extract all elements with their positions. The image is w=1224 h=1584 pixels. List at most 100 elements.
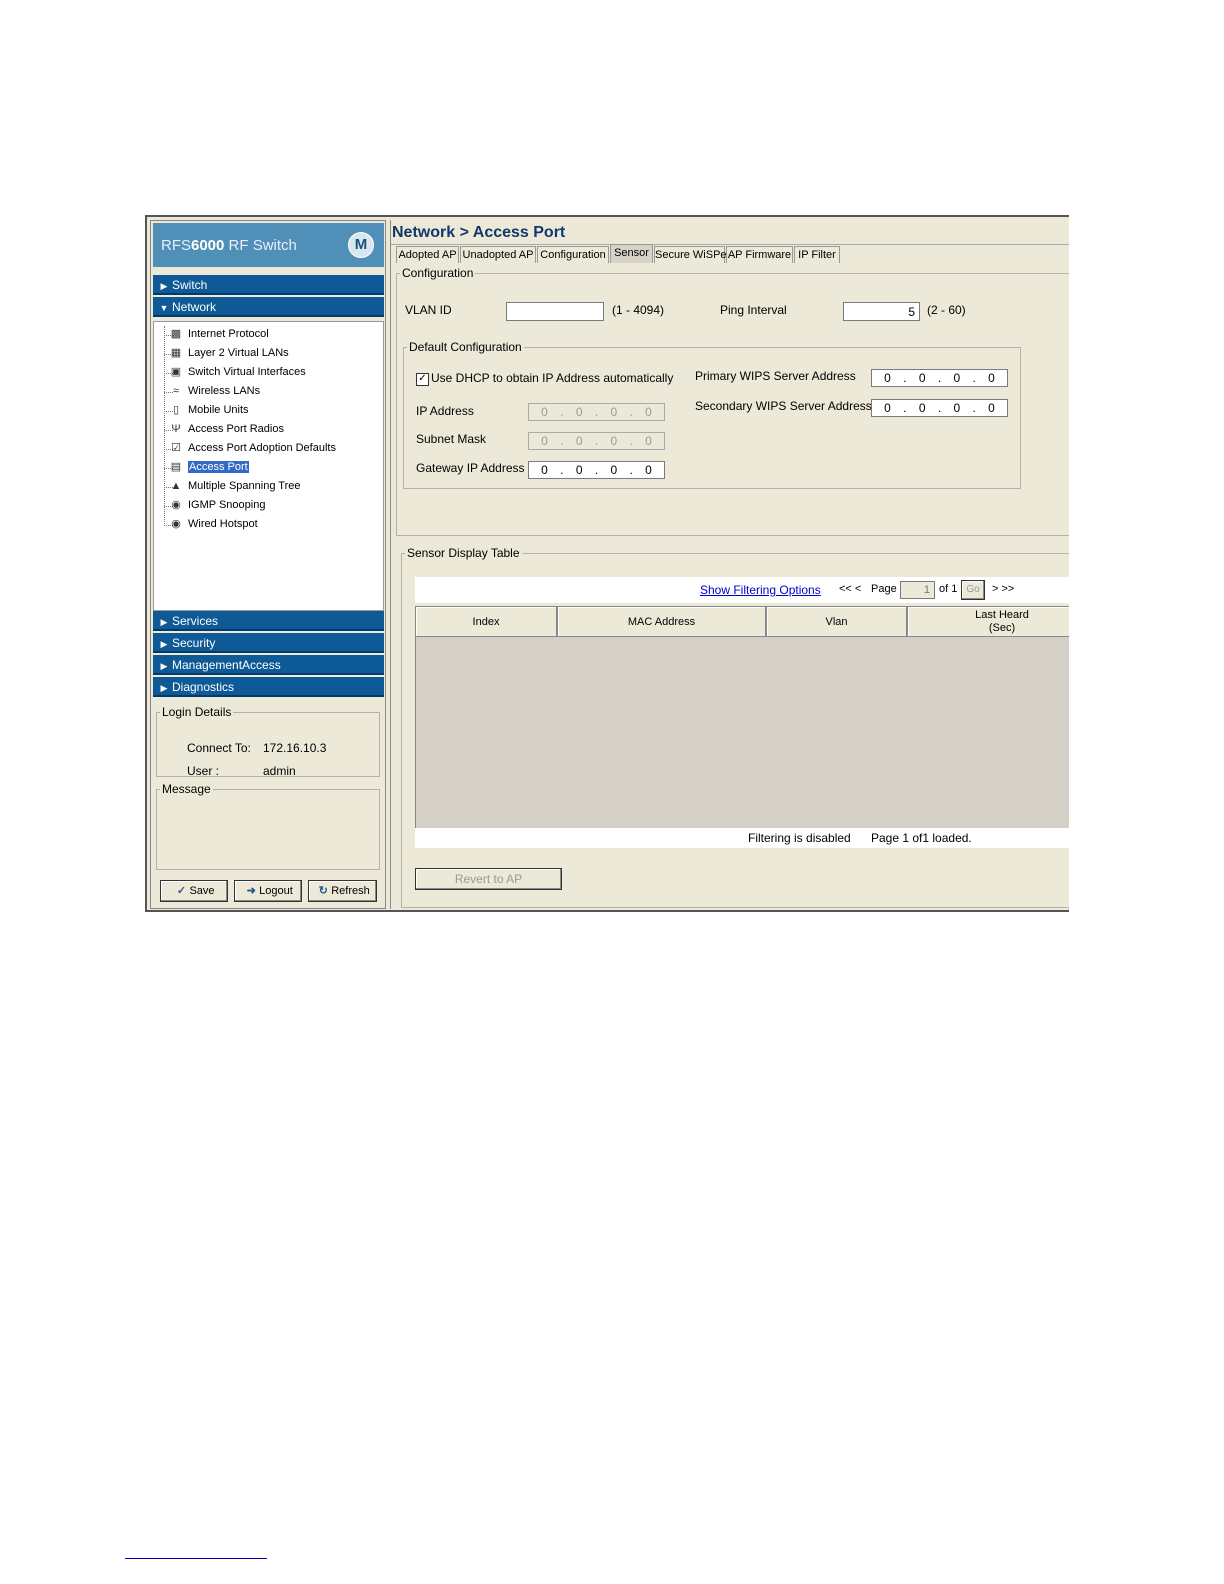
tree-item[interactable]: ▩ Internet Protocol (171, 326, 269, 343)
tree-item[interactable]: ≈ Wireless LANs (173, 383, 261, 400)
tree-item[interactable]: Ψ Access Port Radios (171, 421, 284, 438)
access-port-icon: ▤ (170, 461, 182, 473)
ping-interval-input[interactable] (843, 302, 920, 321)
dot: . (972, 371, 976, 385)
pager-page-label: Page (871, 583, 897, 595)
tree-guide-line (164, 326, 165, 524)
tab-configuration[interactable]: Configuration (537, 246, 609, 263)
octet: 0 (953, 371, 961, 385)
user-value: admin (263, 764, 296, 778)
revert-to-ap-button[interactable]: Revert to AP (415, 868, 562, 890)
col-mac-address-header[interactable]: MAC Address (557, 606, 766, 637)
tree-item[interactable]: ▲ Multiple Spanning Tree (171, 478, 301, 495)
title-divider (391, 244, 1069, 245)
nav-security[interactable]: ▶ Security (153, 633, 384, 653)
spanning-tree-icon: ▲ (170, 480, 182, 492)
chevron-right-icon: ▶ (160, 683, 168, 693)
save-icon: ✓ (176, 885, 187, 897)
tab-ap-firmware[interactable]: AP Firmware (726, 246, 793, 263)
pager-first-prev[interactable]: << < (839, 583, 861, 595)
logout-button[interactable]: ➜ Logout (234, 880, 302, 902)
tree-item[interactable]: ☑ Access Port Adoption Defaults (171, 440, 336, 457)
table-status-bar: Filtering is disabled Page 1 of1 loaded. (415, 828, 1069, 848)
nav-switch[interactable]: ▶ Switch (153, 275, 384, 295)
secondary-wips-field[interactable]: 0. 0. 0. 0 (871, 399, 1008, 417)
octet: 0 (541, 463, 548, 477)
tree-item-label: Mobile Units (188, 404, 249, 416)
dot: . (903, 371, 907, 385)
refresh-button[interactable]: ↻ Refresh (308, 880, 377, 902)
octet: 0 (610, 405, 618, 419)
primary-wips-field[interactable]: 0. 0. 0. 0 (871, 369, 1008, 387)
vlan-id-range: (1 - 4094) (612, 303, 665, 317)
ip-address-field[interactable]: 0. 0. 0. 0 (528, 403, 665, 421)
dot: . (629, 434, 633, 448)
chevron-right-icon: ▶ (160, 639, 168, 649)
dot: . (629, 405, 633, 419)
svi-icon: ▣ (170, 366, 182, 378)
sensor-table-header: Index MAC Address Vlan Last Heard (Sec) (415, 606, 1069, 637)
tree-item[interactable]: ▤ Access Port (171, 459, 249, 476)
vlan-id-input[interactable] (506, 302, 604, 321)
tab-sensor[interactable]: Sensor (610, 244, 653, 263)
tree-item[interactable]: ◉ IGMP Snooping (171, 497, 265, 514)
tree-item[interactable]: ▣ Switch Virtual Interfaces (171, 364, 306, 381)
network-tree: ▩ Internet Protocol ▦ Layer 2 Virtual LANs ▣… (153, 321, 384, 611)
tree-item-label: Access Port Adoption Defaults (188, 442, 336, 454)
nav-network[interactable]: ▼ Network (153, 297, 384, 317)
tree-item-label: Wireless LANs (188, 385, 261, 397)
gateway-ip-field[interactable]: 0. 0. 0. 0 (528, 461, 665, 479)
octet: 0 (953, 401, 961, 415)
save-button[interactable]: ✓ Save (160, 880, 228, 902)
pager-page-input[interactable]: 1 (900, 581, 935, 599)
app-title: RFS6000 RF Switch (161, 237, 297, 254)
page-status: Page 1 of1 loaded. (871, 831, 972, 845)
tree-item[interactable]: ▯ Mobile Units (173, 402, 249, 419)
nav-diagnostics[interactable]: ▶ Diagnostics (153, 677, 384, 697)
left-pane: RFS6000 RF Switch M ▶ Switch ▼ Network ▩ In… (150, 220, 386, 909)
default-configuration-group: Default Configuration ✓ Use DHCP to obta… (403, 340, 1021, 489)
primary-wips-label: Primary WIPS Server Address (695, 369, 856, 383)
pager-go-button[interactable]: Go (961, 580, 985, 600)
nav-management-access[interactable]: ▶ ManagementAccess (153, 655, 384, 675)
octet: 0 (645, 434, 652, 448)
tab-unadopted-ap[interactable]: Unadopted AP (460, 246, 536, 263)
tab-adopted-ap[interactable]: Adopted AP (396, 246, 459, 263)
chevron-right-icon: ▶ (160, 281, 168, 291)
tab-ip-filter[interactable]: IP Filter (794, 246, 840, 263)
tree-item-label: Wired Hotspot (188, 518, 258, 530)
tab-secure-wispe[interactable]: Secure WiSPe (654, 246, 727, 263)
dhcp-label: Use DHCP to obtain IP Address automatica… (431, 371, 674, 385)
octet: 0 (610, 434, 618, 448)
subnet-mask-field[interactable]: 0. 0. 0. 0 (528, 432, 665, 450)
right-pane: Network > Access Port Adopted AP Unadopt… (390, 220, 1069, 909)
tree-item[interactable]: ◉ Wired Hotspot (171, 516, 258, 533)
octet: 0 (884, 401, 891, 415)
gateway-label: Gateway IP Address (416, 461, 525, 475)
dot: . (594, 405, 599, 419)
octet: 0 (645, 405, 652, 419)
pager-next-last[interactable]: > >> (992, 583, 1014, 595)
login-details-group: Login Details Connect To: 172.16.10.3 Us… (156, 705, 380, 778)
show-filtering-options-link[interactable]: Show Filtering Options (700, 583, 821, 597)
tree-item[interactable]: ▦ Layer 2 Virtual LANs (171, 345, 289, 362)
logout-icon: ➜ (246, 885, 256, 897)
tree-item-label: Access Port (188, 461, 249, 473)
col-vlan-header[interactable]: Vlan (766, 606, 907, 637)
octet: 0 (884, 371, 891, 385)
col-last-heard-header[interactable]: Last Heard (Sec) (907, 606, 1069, 637)
ping-interval-label: Ping Interval (720, 303, 787, 317)
nav-services[interactable]: ▶ Services (153, 611, 384, 631)
dhcp-checkbox[interactable]: ✓ (416, 373, 429, 386)
sensor-table-legend: Sensor Display Table (407, 546, 520, 560)
col-index-header[interactable]: Index (415, 606, 557, 637)
dot: . (560, 434, 564, 448)
octet: 0 (541, 405, 548, 419)
vlan-id-label: VLAN ID (405, 303, 452, 317)
dot: . (972, 401, 976, 415)
table-pager: Show Filtering Options << < Page 1 of 1 … (415, 577, 1069, 603)
refresh-icon: ↻ (318, 885, 328, 897)
tree-item-label: Switch Virtual Interfaces (188, 366, 306, 378)
subnet-mask-label: Subnet Mask (416, 432, 487, 446)
user-label: User : (187, 764, 220, 778)
